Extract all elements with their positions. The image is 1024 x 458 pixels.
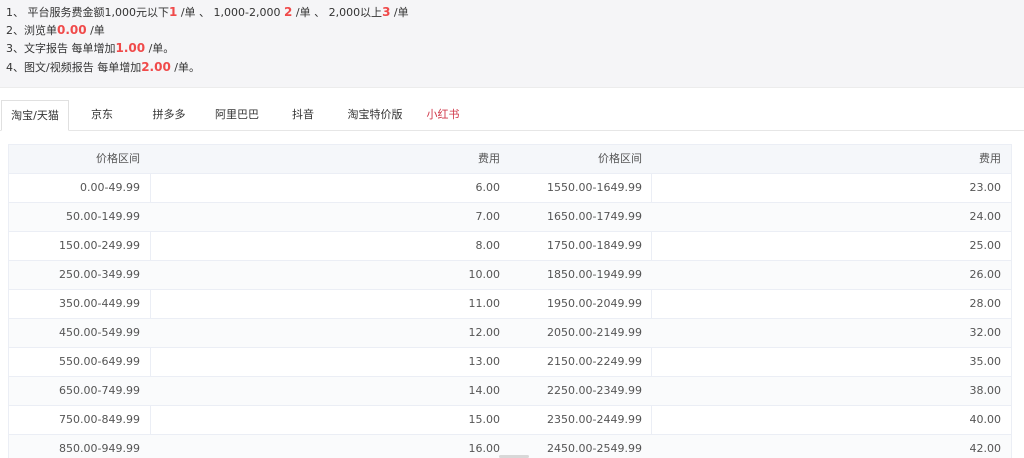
tab-jd[interactable]: 京东	[77, 100, 127, 130]
note-text: /单。	[170, 61, 201, 74]
note-text: 1、 平台服务费金额1,000元以下	[6, 6, 169, 19]
price-range-cell: 350.00-449.99	[59, 297, 140, 310]
fee-cell: 23.00	[969, 181, 1002, 194]
note-text: 2、浏览单	[6, 24, 57, 37]
fee-cell: 25.00	[969, 239, 1002, 252]
tab-douyin[interactable]: 抖音	[280, 100, 326, 130]
price-range-cell: 1650.00-1749.99	[547, 210, 642, 223]
header-price-range: 价格区间	[598, 152, 642, 165]
fee-note-4: 4、图文/视频报告 每单增加2.00 /单。	[6, 58, 200, 76]
price-range-cell: 1950.00-2049.99	[547, 297, 642, 310]
fee-cell: 24.00	[969, 210, 1002, 223]
price-range-cell: 450.00-549.99	[59, 326, 140, 339]
price-range-cell: 2150.00-2249.99	[547, 355, 642, 368]
header-fee: 费用	[979, 152, 1001, 165]
fee-cell: 14.00	[468, 384, 501, 397]
fee-cell: 38.00	[969, 384, 1002, 397]
price-range-cell: 2450.00-2549.99	[547, 442, 642, 455]
note-text: /单 、 1,000-2,000	[177, 6, 285, 19]
price-range-cell: 2350.00-2449.99	[547, 413, 642, 426]
note-text: /单 、 2,000以上	[292, 6, 383, 19]
price-range-cell: 550.00-649.99	[59, 355, 140, 368]
fee-note-1: 1、 平台服务费金额1,000元以下1 /单 、 1,000-2,000 2 /…	[6, 3, 409, 21]
fee-cell: 32.00	[969, 326, 1002, 339]
note-text: 3、文字报告 每单增加	[6, 42, 116, 55]
price-range-cell: 1750.00-1849.99	[547, 239, 642, 252]
tab-xiaohongshu[interactable]: 小红书	[418, 100, 468, 130]
table-header-row: 价格区间 费用 价格区间 费用	[9, 145, 1011, 174]
fee-cell: 12.00	[468, 326, 501, 339]
fee-cell: 28.00	[969, 297, 1002, 310]
platform-tabs: 淘宝/天猫 京东 拼多多 阿里巴巴 抖音 淘宝特价版 小红书	[0, 100, 1024, 131]
note-highlight: 0.00	[57, 23, 87, 37]
fee-cell: 40.00	[969, 413, 1002, 426]
table-row: 0.00-49.99 6.00 1550.00-1649.99 23.00	[9, 174, 1011, 203]
fee-cell: 6.00	[475, 181, 501, 194]
fee-cell: 15.00	[468, 413, 501, 426]
price-range-cell: 750.00-849.99	[59, 413, 140, 426]
fee-cell: 13.00	[468, 355, 501, 368]
price-range-cell: 250.00-349.99	[59, 268, 140, 281]
fee-cell: 8.00	[475, 239, 501, 252]
fee-note-3: 3、文字报告 每单增加1.00 /单。	[6, 39, 174, 57]
price-range-cell: 0.00-49.99	[80, 181, 140, 194]
tab-taobao-tmall[interactable]: 淘宝/天猫	[1, 100, 69, 131]
fee-table: 价格区间 费用 价格区间 费用 0.00-49.99 6.00 1550.00-…	[8, 144, 1012, 458]
fee-cell: 11.00	[468, 297, 501, 310]
note-text: /单	[86, 24, 105, 37]
table-row: 750.00-849.99 15.00 2350.00-2449.99 40.0…	[9, 406, 1011, 435]
price-range-cell: 650.00-749.99	[59, 384, 140, 397]
note-highlight: 1.00	[115, 41, 146, 55]
tab-alibaba[interactable]: 阿里巴巴	[205, 100, 269, 130]
fee-cell: 10.00	[468, 268, 501, 281]
tab-taobao-special[interactable]: 淘宝特价版	[338, 100, 412, 130]
fee-cell: 7.00	[475, 210, 501, 223]
table-row: 150.00-249.99 8.00 1750.00-1849.99 25.00	[9, 232, 1011, 261]
table-row: 650.00-749.99 14.00 2250.00-2349.99 38.0…	[9, 377, 1011, 406]
price-range-cell: 2050.00-2149.99	[547, 326, 642, 339]
fee-cell: 26.00	[969, 268, 1002, 281]
note-highlight: 2.00	[141, 60, 171, 74]
price-range-cell: 850.00-949.99	[59, 442, 140, 455]
price-range-cell: 150.00-249.99	[59, 239, 140, 252]
table-row: 250.00-349.99 10.00 1850.00-1949.99 26.0…	[9, 261, 1011, 290]
fee-cell: 35.00	[969, 355, 1002, 368]
fee-cell: 42.00	[969, 442, 1002, 455]
price-range-cell: 50.00-149.99	[66, 210, 140, 223]
note-text: /单。	[145, 42, 175, 55]
fee-notes: 1、 平台服务费金额1,000元以下1 /单 、 1,000-2,000 2 /…	[0, 0, 1024, 88]
fee-note-2: 2、浏览单0.00 /单	[6, 21, 105, 39]
note-text: 4、图文/视频报告 每单增加	[6, 61, 142, 74]
price-range-cell: 1850.00-1949.99	[547, 268, 642, 281]
fee-cell: 16.00	[468, 442, 501, 455]
price-range-cell: 2250.00-2349.99	[547, 384, 642, 397]
table-row: 450.00-549.99 12.00 2050.00-2149.99 32.0…	[9, 319, 1011, 348]
table-row: 550.00-649.99 13.00 2150.00-2249.99 35.0…	[9, 348, 1011, 377]
tab-pinduoduo[interactable]: 拼多多	[140, 100, 198, 130]
note-text: /单	[390, 6, 409, 19]
table-row: 50.00-149.99 7.00 1650.00-1749.99 24.00	[9, 203, 1011, 232]
header-fee: 费用	[478, 152, 500, 165]
header-price-range: 价格区间	[96, 152, 140, 165]
table-row: 350.00-449.99 11.00 1950.00-2049.99 28.0…	[9, 290, 1011, 319]
price-range-cell: 1550.00-1649.99	[547, 181, 642, 194]
